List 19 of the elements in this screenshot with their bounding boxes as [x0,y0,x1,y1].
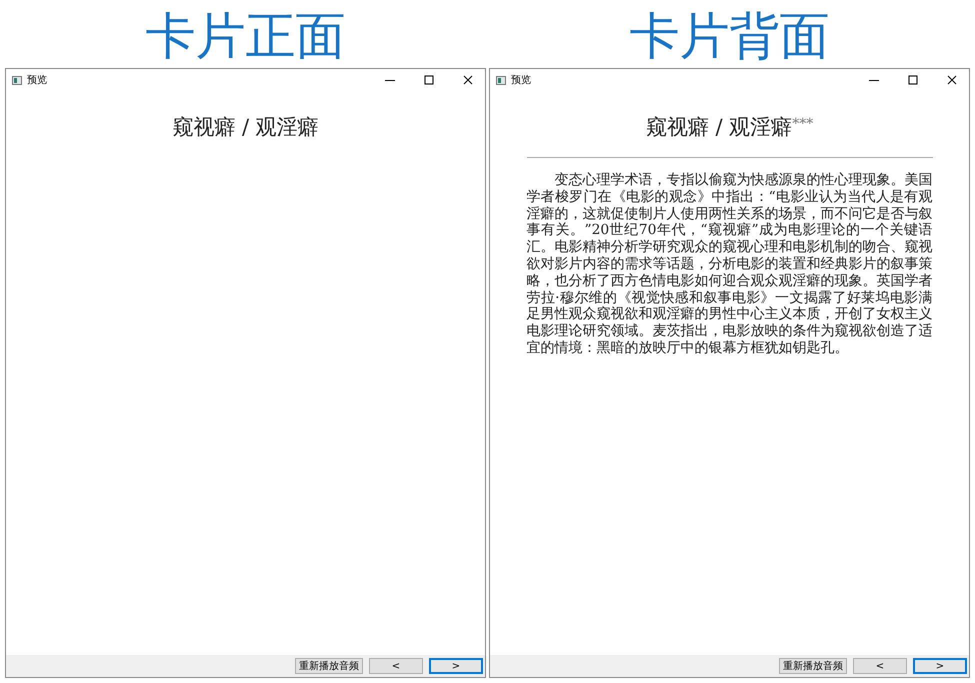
close-icon[interactable] [463,75,473,85]
replay-audio-button[interactable]: 重新播放音频 [295,658,363,674]
nav-button[interactable]: < [369,658,423,674]
close-icon[interactable] [947,75,957,85]
card-body: 变态心理学术语，专指以偷窥为快感源泉的性心理现象。美国学者梭罗门在《电影的观念》中指出：“电影业认为当代人是有观淫癖的，这就促使制片人使用两性关系的场景，而不问它是否与叙事有关。”20世纪70年代，“窥视癖”成为电影理论的一个关键语汇。电影精神分析学研究观众的窥视心理和电影机制的吻合、窥视欲对影片内容的需求等话题，分析电影的装置和经典影片的叙事策略，也分析了西方色情电影如何迎合观众观淫癖的现象。英国学者劳拉·穆尔维的《视觉快感和叙事电影》一文揭露了好莱坞电影满足男性观众窥视欲和观淫癖的男性中心主义本质，开创了女权主义电影理论研究领域。麦茨指出，电影放映的条件为窥视欲创造了适宜的情境：黑暗的放映厅中的银幕方框犹如钥匙孔。 [526,172,932,357]
nav-button[interactable]: < [853,658,907,674]
app-icon [12,76,22,84]
panel-heading: 卡片背面 [628,6,830,67]
panel-heading: 卡片正面 [144,6,346,67]
window-title: 预览 [511,74,532,87]
card-title: 窥视癖 / 观淫癖$^{***}$ [646,114,814,141]
window-title: 预览 [27,74,48,87]
app-icon [496,76,506,84]
card-title: 窥视癖 / 观淫癖 [172,114,319,141]
maximize-icon[interactable] [424,75,434,85]
nav-button[interactable]: > [913,658,967,674]
nav-button[interactable]: > [429,658,483,674]
maximize-icon[interactable] [908,75,918,85]
replay-audio-button[interactable]: 重新播放音频 [779,658,847,674]
